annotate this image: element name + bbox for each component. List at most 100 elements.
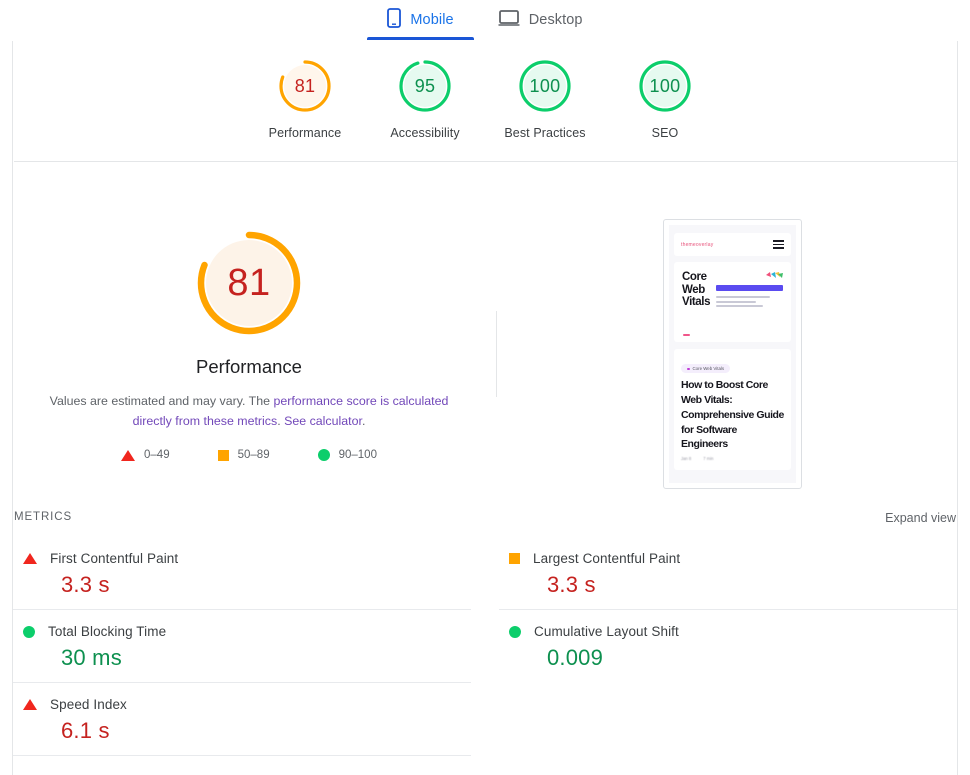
gauge-seo-score: 100 [649,75,681,96]
performance-gauge: 81 [193,227,305,339]
metrics-section-label: METRICS [14,511,73,523]
confetti-icon [766,268,784,278]
page-screenshot-thumbnail[interactable]: themeoverlay Core Web Vitals Core Web Vi… [663,219,802,489]
gauge-performance-score: 81 [294,75,316,96]
thumbnail-underline-accent [683,334,690,336]
metric-value: 3.3 s [61,572,110,597]
thumbnail-hero-line-2: Web [682,283,705,296]
gauge-seo: 100 [637,58,693,114]
legend-item-fail: 0–49 [121,449,170,461]
category-label-performance: Performance [268,126,342,140]
mobile-icon [387,8,402,32]
hamburger-menu-icon [773,240,784,249]
category-score-row: 81 Performance 95 Accessibility 100 Best… [13,58,957,140]
thumbnail-article-meta: Jan 8 7 min [681,456,784,461]
circle-icon [317,449,330,461]
metric-label: First Contentful Paint [50,551,179,566]
metric-head: Largest Contentful Paint [499,551,957,566]
performance-gauge-score: 81 [227,261,271,304]
thumbnail-text-line [716,296,770,298]
thumbnail-text-line [716,300,757,303]
metric-head: First Contentful Paint [13,551,471,566]
tab-mobile-label: Mobile [410,11,454,28]
category-label-accessibility: Accessibility [390,126,460,140]
metric-first-contentful-paint[interactable]: First Contentful Paint 3.3 s [13,537,471,610]
tab-desktop[interactable]: Desktop [494,0,587,40]
performance-summary: 81 Performance Values are estimated and … [13,227,485,461]
triangle-icon [23,699,37,710]
performance-description: Values are estimated and may vary. The p… [49,391,449,431]
metric-value: 0.009 [547,645,604,670]
legend-item-pass: 90–100 [317,449,377,461]
gauge-best-practices: 100 [517,58,573,114]
metric-head: Cumulative Layout Shift [499,624,957,639]
performance-desc-prefix: Values are estimated and may vary. The [49,394,274,408]
category-score-accessibility[interactable]: 95 Accessibility [365,58,485,140]
badge-dot-icon [687,367,690,370]
divider-top [14,161,957,162]
metric-value: 3.3 s [547,572,596,597]
category-label-seo: SEO [651,126,679,140]
thumbnail-hero-line-3: Vitals [682,296,711,308]
performance-title: Performance [196,356,302,377]
gauge-performance: 81 [277,58,333,114]
metric-total-blocking-time[interactable]: Total Blocking Time 30 ms [13,610,471,683]
metric-head: Speed Index [13,697,471,712]
tab-mobile[interactable]: Mobile [367,0,475,40]
metric-largest-contentful-paint[interactable]: Largest Contentful Paint 3.3 s [499,537,957,610]
thumbnail-badge-label: Core Web Vitals [692,366,725,372]
score-legend: 0–49 50–89 90–100 [121,449,377,461]
thumbnail-hero-line-1: Core [682,271,707,283]
pagespeed-insights-report: Mobile Desktop 81 Performance 95 Accessi… [0,0,970,775]
thumbnail-navbar: themeoverlay [674,233,791,256]
gauge-accessibility-score: 95 [414,75,436,96]
metrics-grid: First Contentful Paint 3.3 s Total Block… [13,537,957,756]
thumbnail-article-card: Core Web Vitals How to Boost Core Web Vi… [674,349,791,470]
metric-cumulative-layout-shift[interactable]: Cumulative Layout Shift 0.009 [499,610,957,683]
thumbnail-article-headline: How to Boost Core Web Vitals: Comprehens… [681,379,784,451]
tab-desktop-label: Desktop [528,11,583,28]
metric-value: 30 ms [61,645,122,670]
square-icon [509,553,520,564]
thumbnail-viewport: themeoverlay Core Web Vitals Core Web Vi… [669,225,796,483]
gauge-accessibility: 95 [397,58,453,114]
category-score-best-practices[interactable]: 100 Best Practices [485,58,605,140]
metric-label: Total Blocking Time [48,624,167,639]
divider-vertical [496,311,497,397]
metrics-column-left: First Contentful Paint 3.3 s Total Block… [13,537,485,756]
circle-icon [23,625,35,638]
square-icon [217,449,229,461]
form-factor-tabs: Mobile Desktop [0,0,970,40]
triangle-icon [121,449,136,461]
gauge-best-practices-score: 100 [529,75,561,96]
legend-range-average: 50–89 [237,449,270,461]
metrics-header: METRICS Expand view [13,511,957,537]
metric-label: Largest Contentful Paint [533,551,681,566]
metric-value: 6.1 s [61,718,110,743]
metric-head: Total Blocking Time [13,624,471,639]
triangle-icon [23,553,37,564]
category-label-best-practices: Best Practices [504,126,586,140]
category-score-seo[interactable]: 100 SEO [605,58,725,140]
thumbnail-category-badge: Core Web Vitals [681,364,731,374]
metrics-column-right: Largest Contentful Paint 3.3 s Cumulativ… [485,537,957,756]
metric-label: Speed Index [50,697,127,712]
thumbnail-meta-readtime: 7 min [703,456,714,462]
thumbnail-hero: Core Web Vitals [674,262,791,342]
thumbnail-text-line [716,305,763,307]
performance-desc-suffix: . [361,414,366,428]
legend-item-average: 50–89 [217,449,270,461]
expand-view-button[interactable]: Expand view [885,511,956,525]
legend-range-pass: 90–100 [338,449,377,461]
metric-label: Cumulative Layout Shift [534,624,679,639]
legend-range-fail: 0–49 [144,449,170,461]
metric-speed-index[interactable]: Speed Index 6.1 s [13,683,471,756]
desktop-icon [498,9,520,31]
circle-icon [509,625,521,638]
thumbnail-hero-title: Core Web Vitals [682,271,710,333]
category-score-performance[interactable]: 81 Performance [245,58,365,140]
see-calculator-link[interactable]: See calculator [284,414,362,428]
thumbnail-site-logo: themeoverlay [681,241,714,248]
thumbnail-meta-date: Jan 8 [681,456,692,462]
thumbnail-accent-bar [716,285,783,291]
